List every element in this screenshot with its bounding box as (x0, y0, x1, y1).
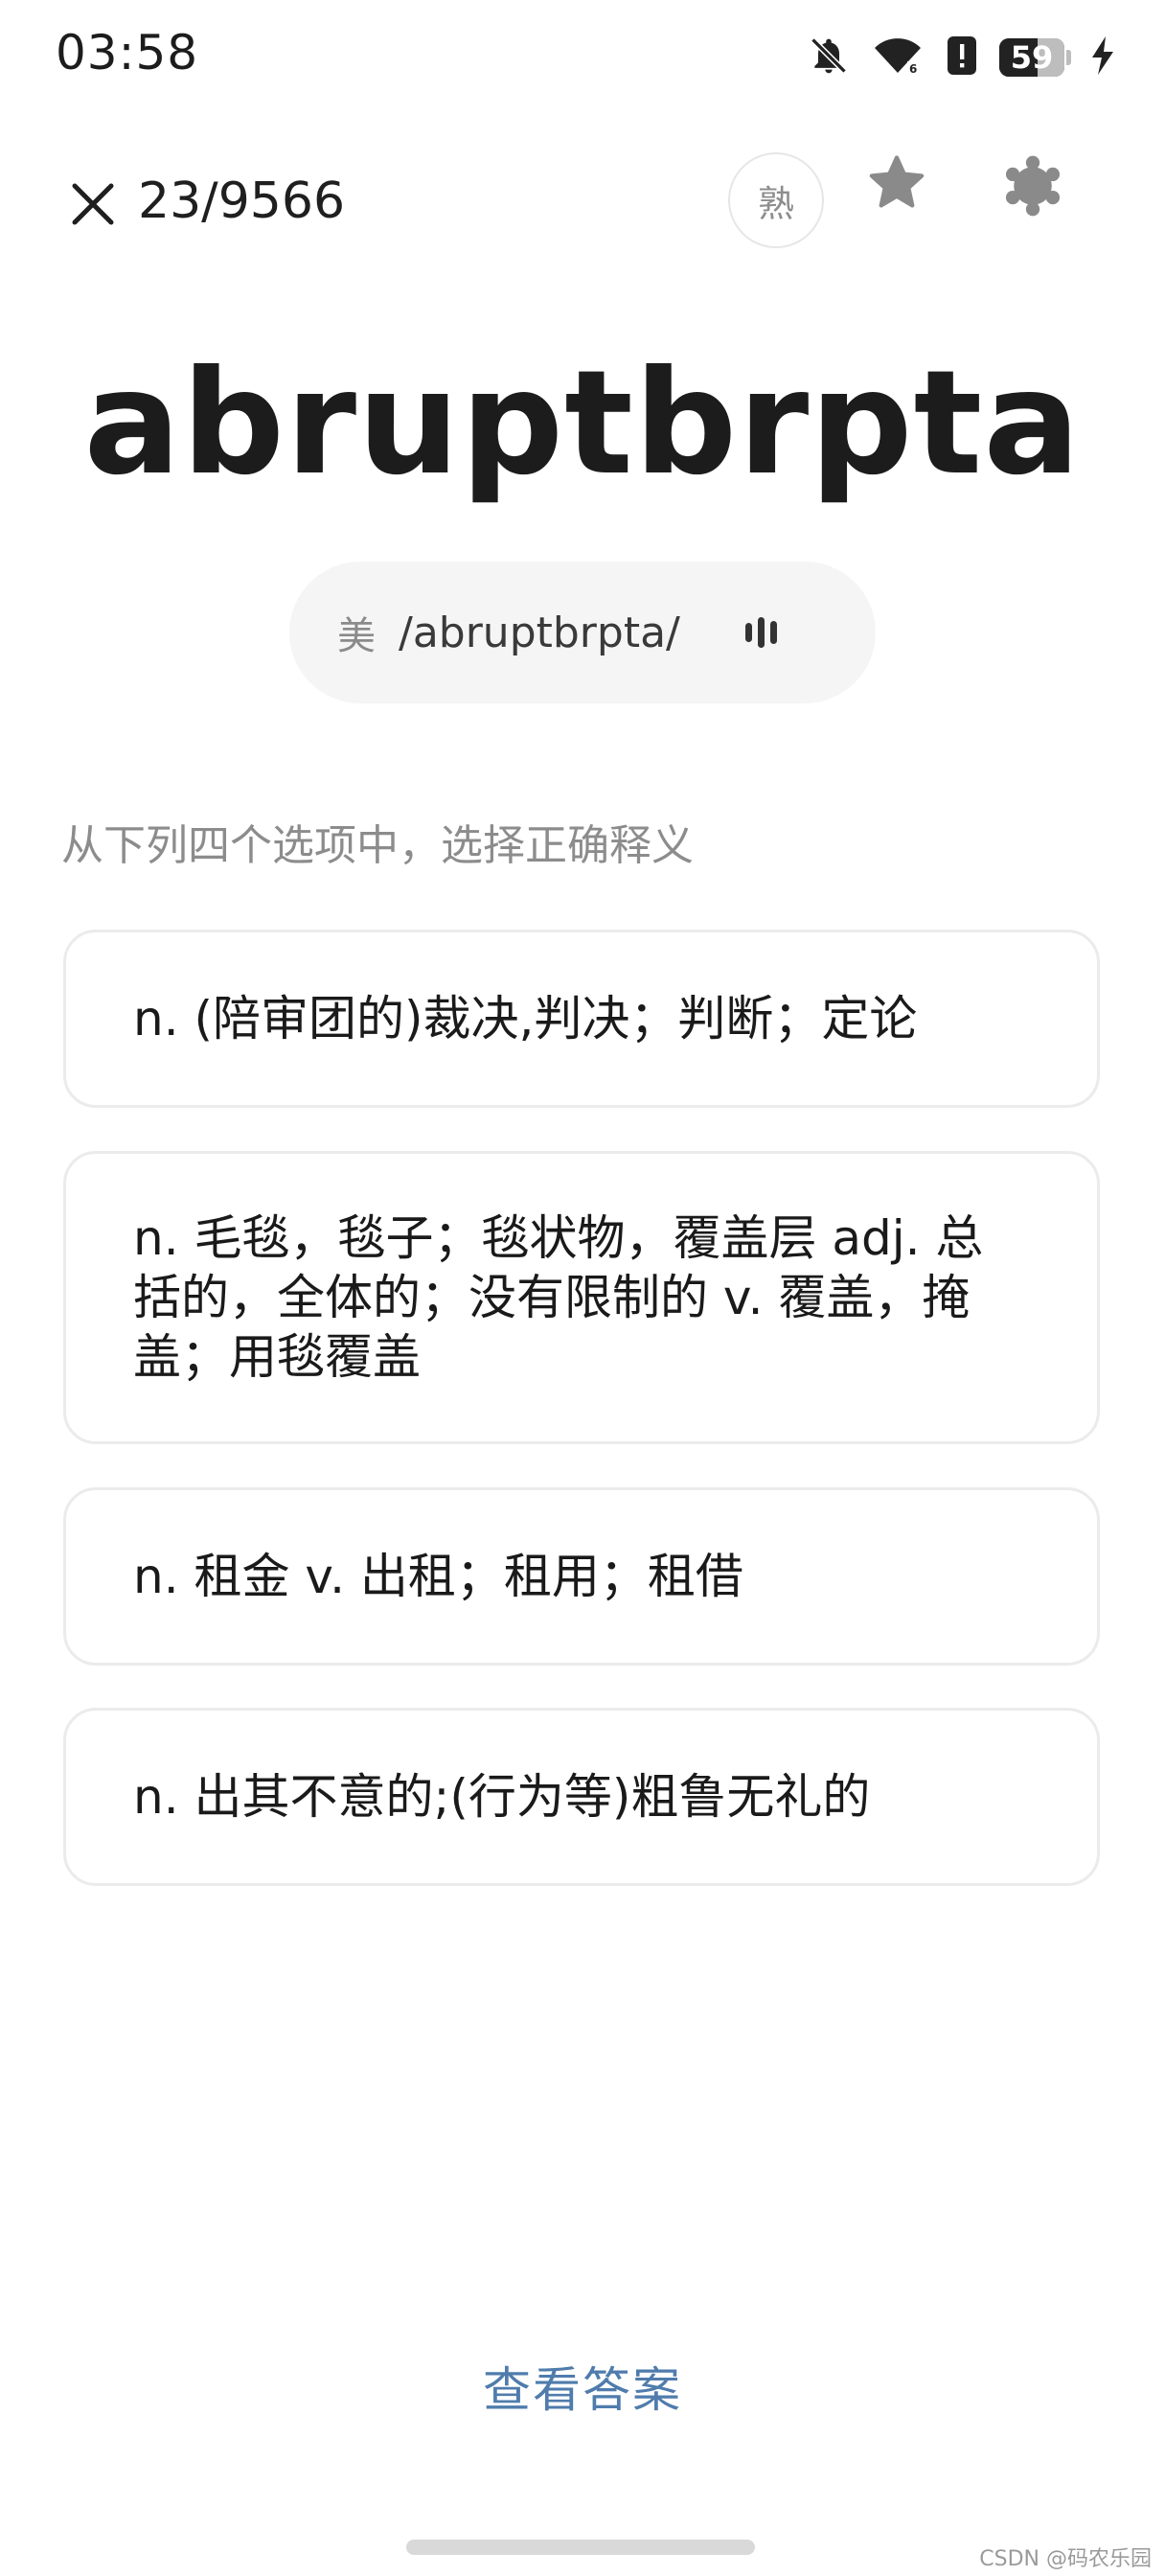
show-answer-button[interactable]: 查看答案 (0, 2352, 1165, 2421)
phonetic-text: /abruptbrpta/ (399, 608, 680, 657)
option-card-2[interactable]: n. 毛毯，毯子；毯状物，覆盖层 adj. 总括的，全体的；没有限制的 v. 覆… (63, 1151, 1100, 1444)
progress-counter: 23/9566 (138, 172, 346, 230)
option-card-1[interactable]: n. (陪审团的)裁决,判决；判断；定论 (63, 930, 1100, 1108)
favorite-button[interactable] (862, 150, 931, 218)
option-card-3[interactable]: n. 租金 v. 出租；租用；租借 (63, 1487, 1100, 1666)
settings-button[interactable] (996, 150, 1069, 222)
close-button[interactable] (63, 174, 123, 234)
vocabulary-word: abruptbrpta (83, 340, 1082, 507)
status-icons: 6 59 (808, 29, 1113, 86)
bell-off-icon (808, 34, 850, 80)
option-card-4[interactable]: n. 出其不意的;(行为等)粗鲁无礼的 (63, 1708, 1100, 1886)
star-icon (869, 155, 925, 208)
status-time: 03:58 (56, 25, 199, 80)
battery-level: 59 (1010, 39, 1054, 76)
option-text: n. (陪审团的)裁决,判决；判断；定论 (133, 991, 918, 1046)
svg-text:6: 6 (909, 62, 917, 76)
charging-icon (1092, 36, 1113, 79)
option-text: n. 毛毯，毯子；毯状物，覆盖层 adj. 总括的，全体的；没有限制的 v. 覆… (133, 1210, 984, 1385)
wifi-icon: 6 (871, 34, 925, 80)
phonetic-region: 美 (337, 614, 376, 658)
pronunciation-button[interactable]: 美 /abruptbrpta/ (289, 562, 876, 703)
close-icon (72, 183, 114, 225)
instruction-text: 从下列四个选项中，选择正确释义 (61, 821, 694, 870)
option-text: n. 出其不意的;(行为等)粗鲁无礼的 (133, 1769, 871, 1825)
battery-icon: 59 (999, 38, 1071, 77)
alert-icon (946, 34, 978, 80)
option-text: n. 租金 v. 出租；租用；租借 (133, 1549, 743, 1604)
audio-wave-icon (744, 617, 777, 648)
familiar-button[interactable]: 熟 (728, 152, 824, 248)
watermark: CSDN @码农乐园 (979, 2547, 1152, 2571)
home-indicator[interactable] (406, 2540, 755, 2555)
settings-gear-icon (1005, 155, 1061, 217)
